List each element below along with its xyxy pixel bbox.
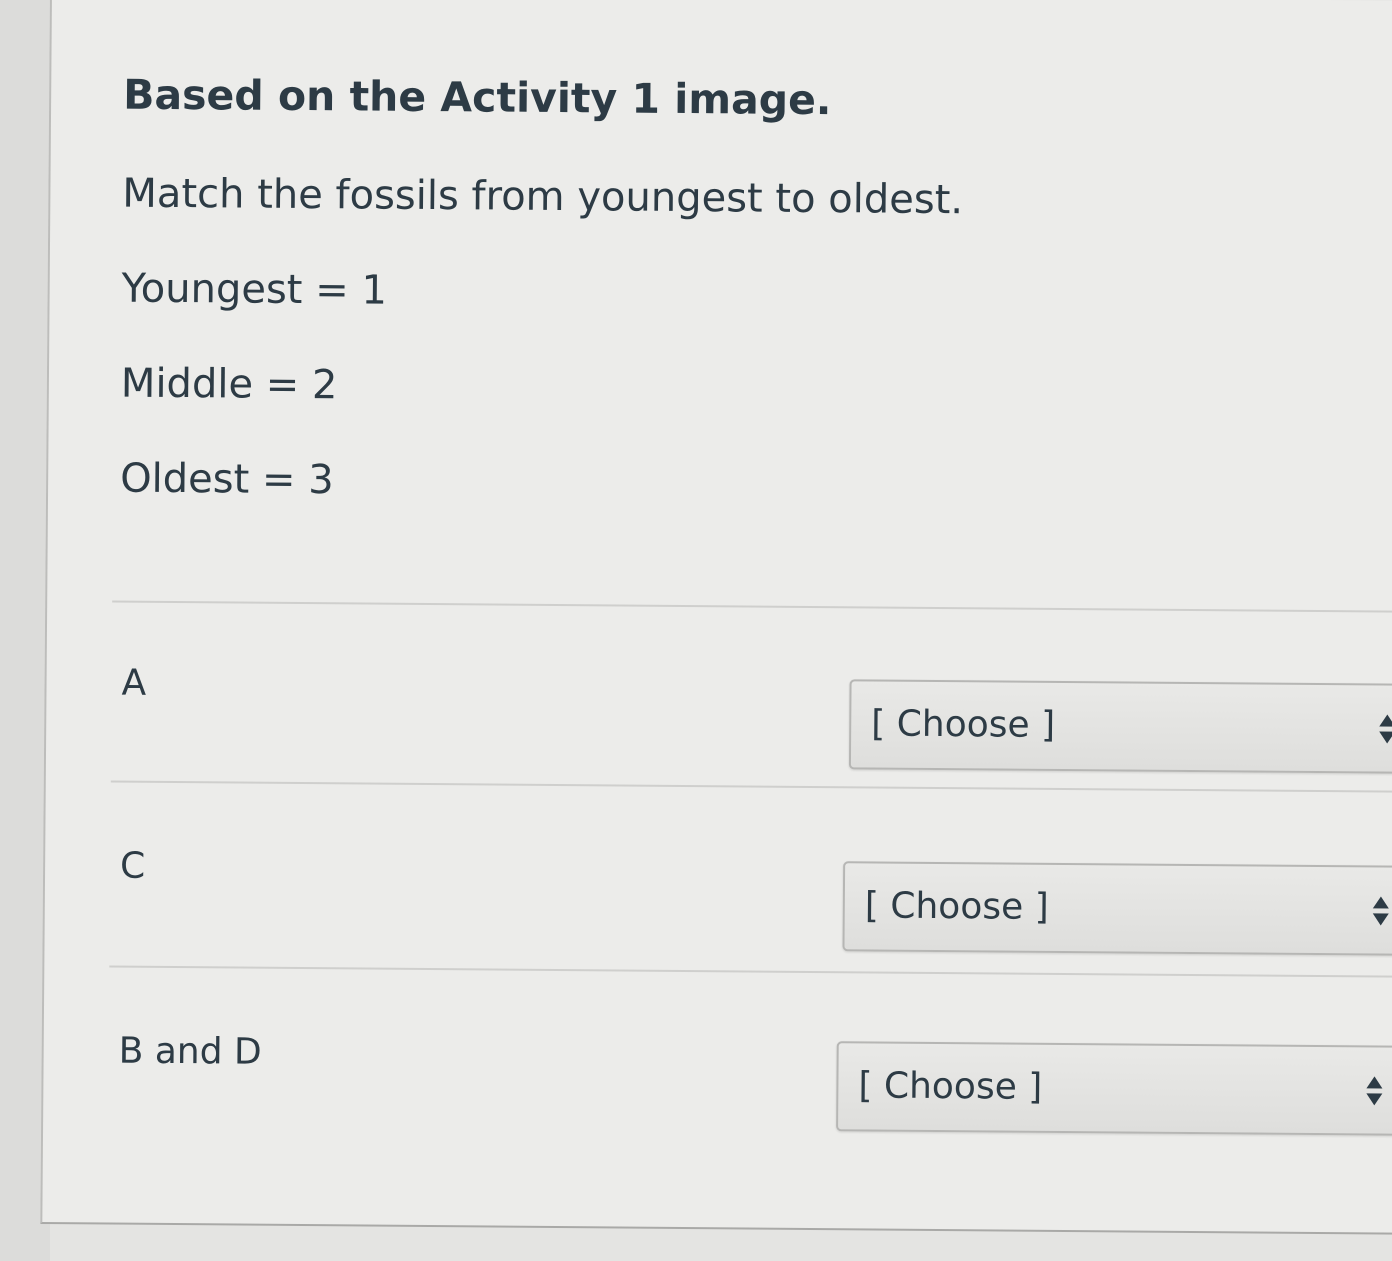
question-title: Based on the Activity 1 image. [122, 70, 832, 125]
select-value: [ Choose ] [858, 1065, 1043, 1108]
answer-divider [112, 600, 1392, 613]
match-label-a: A [121, 662, 147, 704]
select-value: [ Choose ] [871, 703, 1056, 746]
legend-youngest: Youngest = 1 [121, 265, 388, 314]
match-label-c: C [119, 845, 146, 887]
up-down-arrows-icon [1379, 714, 1392, 746]
arrow-up-icon [1372, 896, 1389, 909]
match-select-b-and-d[interactable]: [ Choose ] [836, 1041, 1392, 1136]
arrow-down-icon [1372, 913, 1389, 926]
question-panel: Based on the Activity 1 image. Match the… [40, 0, 1392, 1235]
match-select-a[interactable]: [ Choose ] [848, 679, 1392, 774]
question-content: Based on the Activity 1 image. Match the… [109, 0, 1392, 1201]
arrow-down-icon [1379, 731, 1392, 744]
up-down-arrows-icon [1372, 896, 1389, 928]
arrow-down-icon [1366, 1093, 1383, 1106]
arrow-up-icon [1379, 714, 1392, 727]
up-down-arrows-icon [1366, 1076, 1383, 1108]
legend-oldest: Oldest = 3 [119, 455, 334, 504]
question-instruction: Match the fossils from youngest to oldes… [122, 170, 964, 224]
answer-divider [109, 965, 1392, 978]
select-value: [ Choose ] [864, 885, 1049, 928]
legend-middle: Middle = 2 [120, 360, 338, 409]
answer-divider [110, 780, 1392, 793]
match-select-c[interactable]: [ Choose ] [842, 861, 1392, 956]
match-label-b-and-d: B and D [118, 1030, 262, 1073]
arrow-up-icon [1366, 1076, 1383, 1089]
